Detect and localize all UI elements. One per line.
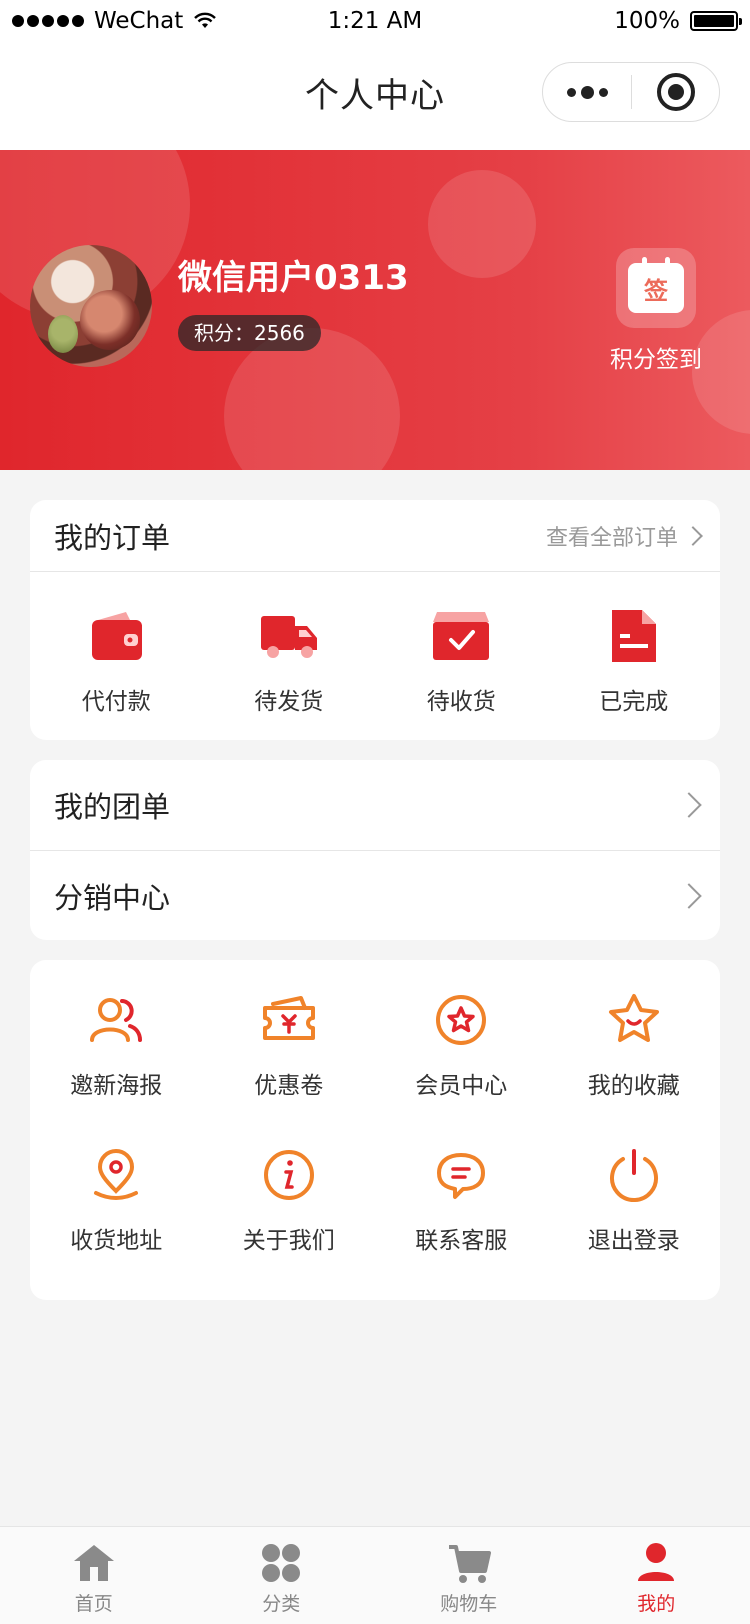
service-label: 我的收藏 bbox=[587, 1073, 680, 1099]
services-grid: 邀新海报 优惠卷 会员中心 我的收藏 收货地址 关于我们 联系客服 退出登录 bbox=[30, 960, 720, 1300]
points-signin-button[interactable]: 签 积分签到 bbox=[600, 248, 712, 374]
more-options-button[interactable] bbox=[543, 63, 631, 121]
chevron-right-icon bbox=[676, 882, 702, 909]
order-status-pending-payment[interactable]: 代付款 bbox=[30, 572, 203, 740]
profile-banner: 微信用户0313 积分：2566 签 积分签到 bbox=[0, 150, 750, 470]
order-status-row: 代付款 待发货 待收货 已完成 bbox=[30, 572, 720, 740]
tab-bar: 首页 分类 购物车 我的 bbox=[0, 1526, 750, 1624]
member-center-button[interactable]: 会员中心 bbox=[375, 990, 548, 1145]
status-bar: WeChat 1:21 AM 100% bbox=[0, 0, 750, 44]
points-badge: 积分：2566 bbox=[178, 315, 321, 351]
invite-poster-button[interactable]: 邀新海报 bbox=[30, 990, 203, 1145]
menu-link-label: 我的团单 bbox=[54, 790, 171, 824]
logout-button[interactable]: 退出登录 bbox=[548, 1145, 721, 1300]
tab-label: 分类 bbox=[262, 1593, 301, 1615]
power-icon bbox=[609, 1149, 658, 1203]
close-miniprogram-button[interactable] bbox=[632, 73, 719, 111]
signin-label: 积分签到 bbox=[610, 347, 702, 373]
coupon-button[interactable]: 优惠卷 bbox=[203, 990, 376, 1145]
order-status-to-ship[interactable]: 待发货 bbox=[203, 572, 376, 740]
service-label: 退出登录 bbox=[587, 1228, 680, 1254]
service-label: 邀新海报 bbox=[70, 1073, 163, 1099]
customer-service-button[interactable]: 联系客服 bbox=[375, 1145, 548, 1300]
document-icon bbox=[611, 610, 656, 662]
battery-icon bbox=[690, 11, 742, 31]
coupon-icon bbox=[262, 996, 315, 1040]
orders-card: 我的订单 查看全部订单 代付款 待发货 待收货 已完成 bbox=[30, 500, 720, 740]
tab-label: 购物车 bbox=[440, 1593, 498, 1615]
target-icon bbox=[656, 73, 695, 111]
my-group-orders-link[interactable]: 我的团单 bbox=[30, 760, 720, 850]
about-us-button[interactable]: 关于我们 bbox=[203, 1145, 376, 1300]
orders-title: 我的订单 bbox=[54, 520, 171, 555]
service-label: 关于我们 bbox=[242, 1228, 335, 1254]
nav-bar: 个人中心 bbox=[0, 44, 750, 150]
avatar[interactable] bbox=[30, 245, 152, 367]
order-status-completed[interactable]: 已完成 bbox=[548, 572, 721, 740]
cart-icon bbox=[448, 1545, 491, 1583]
decor-circle bbox=[428, 170, 536, 278]
category-icon bbox=[262, 1544, 301, 1582]
view-all-orders-link[interactable]: 查看全部订单 bbox=[545, 520, 703, 552]
user-icon bbox=[638, 1543, 675, 1581]
service-label: 优惠卷 bbox=[254, 1073, 324, 1099]
tab-cart[interactable]: 购物车 bbox=[375, 1527, 563, 1624]
users-icon bbox=[90, 998, 143, 1042]
wallet-icon bbox=[92, 612, 143, 660]
truck-icon bbox=[260, 616, 317, 658]
service-label: 联系客服 bbox=[415, 1228, 508, 1254]
tab-home[interactable]: 首页 bbox=[0, 1527, 188, 1624]
username: 微信用户0313 bbox=[178, 258, 409, 298]
tab-category[interactable]: 分类 bbox=[188, 1527, 376, 1624]
tab-label: 我的 bbox=[637, 1593, 676, 1615]
package-check-icon bbox=[433, 612, 490, 660]
star-smile-icon bbox=[608, 994, 659, 1042]
order-status-label: 已完成 bbox=[599, 689, 669, 715]
order-status-label: 代付款 bbox=[81, 689, 151, 715]
services-row: 邀新海报 优惠卷 会员中心 我的收藏 bbox=[30, 990, 720, 1145]
tab-mine[interactable]: 我的 bbox=[563, 1527, 750, 1624]
my-favorites-button[interactable]: 我的收藏 bbox=[548, 990, 721, 1145]
battery-percent: 100% bbox=[614, 8, 680, 34]
location-pin-icon bbox=[94, 1149, 139, 1200]
order-status-label: 待发货 bbox=[254, 689, 324, 715]
home-icon bbox=[73, 1545, 114, 1581]
distribution-center-link[interactable]: 分销中心 bbox=[30, 850, 720, 940]
order-status-to-receive[interactable]: 待收货 bbox=[375, 572, 548, 740]
order-status-label: 待收货 bbox=[426, 689, 496, 715]
status-right: 100% bbox=[614, 8, 742, 34]
star-circle-icon bbox=[436, 995, 487, 1045]
menu-link-label: 分销中心 bbox=[54, 880, 171, 915]
chevron-right-icon bbox=[676, 792, 702, 818]
view-all-orders-label: 查看全部订单 bbox=[545, 525, 678, 551]
signin-icon-box: 签 bbox=[616, 248, 696, 328]
menu-links-card: 我的团单 分销中心 bbox=[30, 760, 720, 940]
service-label: 会员中心 bbox=[415, 1073, 508, 1099]
service-label: 收货地址 bbox=[70, 1228, 163, 1254]
shipping-address-button[interactable]: 收货地址 bbox=[30, 1145, 203, 1300]
orders-header: 我的订单 查看全部订单 bbox=[30, 500, 720, 572]
services-row: 收货地址 关于我们 联系客服 退出登录 bbox=[30, 1145, 720, 1300]
chevron-right-icon bbox=[683, 525, 703, 546]
calendar-icon: 签 bbox=[628, 257, 684, 313]
chat-bubble-icon bbox=[437, 1153, 486, 1199]
miniprogram-capsule bbox=[542, 62, 720, 122]
tab-label: 首页 bbox=[74, 1593, 113, 1615]
info-icon bbox=[263, 1150, 314, 1200]
